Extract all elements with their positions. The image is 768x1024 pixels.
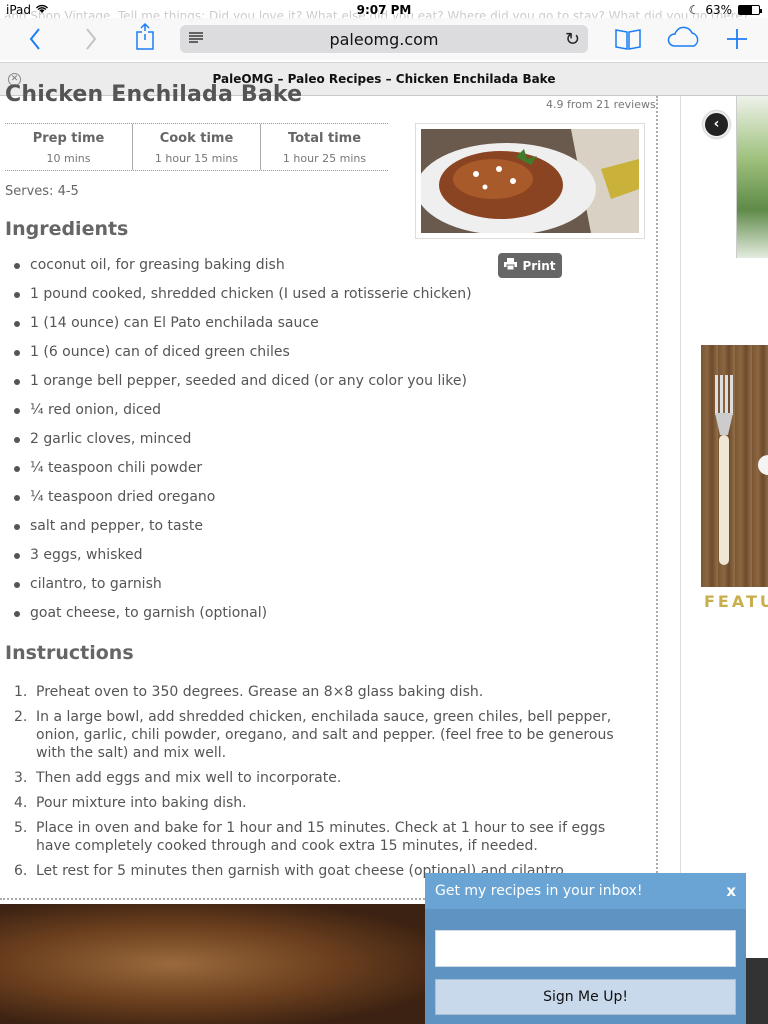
featured-label: FEATU [704, 592, 768, 611]
slider-prev-button[interactable]: ‹ [703, 111, 730, 138]
battery-icon [738, 5, 762, 15]
popup-heading: Get my recipes in your inbox! [435, 883, 643, 899]
instruction-step: 5. Place in oven and bake for 1 hour and … [14, 819, 624, 855]
instruction-step: 1. Preheat oven to 350 degrees. Grease an… [14, 683, 624, 701]
recipe-border-right [656, 96, 658, 904]
sidebar-image-plant[interactable] [736, 96, 768, 258]
ingredient-item: salt and pepper, to taste [14, 518, 472, 547]
step-text: Place in oven and bake for 1 hour and 15… [36, 820, 606, 854]
ingredient-item: 1 (14 ounce) can El Pato enchilada sauce [14, 315, 472, 344]
battery-percent: 63% [705, 3, 732, 17]
recipe-title: Chicken Enchilada Bake [5, 82, 303, 107]
address-bar[interactable]: paleomg.com ↻ [180, 25, 588, 53]
email-field[interactable] [435, 930, 736, 967]
time-label: Total time [287, 131, 362, 146]
ingredient-item: goat cheese, to garnish (optional) [14, 605, 472, 634]
step-number: 6. [14, 863, 28, 879]
time-value: 1 hour 15 mins [154, 152, 239, 165]
page-edge-strip [746, 958, 768, 1024]
time-label: Cook time [159, 131, 234, 146]
step-text: In a large bowl, add shredded chicken, e… [36, 709, 614, 761]
step-text: Then add eggs and mix well to incorporat… [36, 770, 342, 786]
step-number: 1. [14, 684, 28, 700]
time-value: 1 hour 25 mins [282, 152, 367, 165]
ingredient-item: 2 garlic cloves, minced [14, 431, 472, 460]
recipe-times: Prep time 10 mins Cook time 1 hour 15 mi… [5, 123, 388, 171]
chevron-left-icon: ‹ [713, 116, 720, 132]
print-label: Print [522, 258, 556, 273]
ingredient-item: 1 (6 ounce) can of diced green chiles [14, 344, 472, 373]
printer-icon [504, 258, 518, 273]
ingredient-item: coconut oil, for greasing baking dish [14, 257, 472, 286]
food-photo[interactable] [0, 904, 430, 1024]
browser-toolbar: paleomg.com ↻ [0, 18, 768, 60]
popup-header: Get my recipes in your inbox! [425, 873, 746, 909]
step-text: Pour mixture into baking dish. [36, 795, 247, 811]
prep-time: Prep time 10 mins [5, 124, 133, 170]
step-number: 3. [14, 770, 28, 786]
step-number: 5. [14, 820, 28, 836]
instruction-step: 3. Then add eggs and mix well to incorpor… [14, 769, 624, 787]
moon-icon: ☾ [688, 3, 700, 17]
reload-icon[interactable]: ↻ [565, 29, 580, 50]
ingredient-item: 1 orange bell pepper, seeded and diced (… [14, 373, 472, 402]
ingredient-item: 1 pound cooked, shredded chicken (I used… [14, 286, 472, 315]
serves-text: Serves: 4-5 [5, 184, 79, 199]
step-text: Preheat oven to 350 degrees. Grease an 8… [36, 684, 484, 700]
clock: 9:07 PM [356, 3, 412, 17]
step-number: 2. [14, 709, 28, 725]
total-time: Total time 1 hour 25 mins [261, 124, 388, 170]
popup-close-button[interactable]: x [726, 882, 736, 900]
ingredient-item: ¼ teaspoon dried oregano [14, 489, 472, 518]
ingredient-item: 3 eggs, whisked [14, 547, 472, 576]
sidebar-image-fork[interactable] [701, 345, 768, 587]
time-value: 10 mins [46, 152, 91, 165]
ingredients-heading: Ingredients [5, 218, 129, 240]
instruction-step: 2. In a large bowl, add shredded chicken,… [14, 708, 624, 762]
url-text: paleomg.com [329, 29, 439, 49]
ingredient-item: ¼ teaspoon chili powder [14, 460, 472, 489]
sign-up-button[interactable]: Sign Me Up! [435, 979, 736, 1015]
status-bar: iPad 9:07 PM ☾ 63% [0, 0, 768, 20]
instructions-heading: Instructions [5, 642, 134, 664]
step-number: 4. [14, 795, 28, 811]
newsletter-popup: Get my recipes in your inbox! x Sign Me … [425, 873, 746, 1024]
recipe-card: Chicken Enchilada Bake 4.9 from 21 revie… [0, 82, 660, 904]
recipe-photo[interactable] [415, 123, 645, 239]
ingredient-item: ¼ red onion, diced [14, 402, 472, 431]
reader-icon[interactable] [188, 31, 204, 47]
rating-text: 4.9 from 21 reviews [546, 98, 656, 111]
time-label: Prep time [32, 131, 105, 146]
cook-time: Cook time 1 hour 15 mins [133, 124, 261, 170]
instruction-step: 4. Pour mixture into baking dish. [14, 794, 624, 812]
ingredients-list: coconut oil, for greasing baking dish 1 … [14, 257, 472, 634]
ingredient-item: cilantro, to garnish [14, 576, 472, 605]
instructions-list: 1. Preheat oven to 350 degrees. Grease an… [14, 683, 624, 887]
print-button[interactable]: Print [498, 253, 562, 278]
